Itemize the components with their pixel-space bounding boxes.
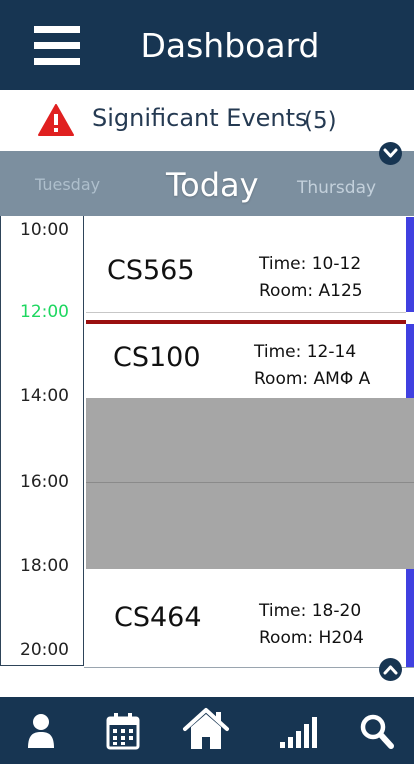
current-time-label: 12:00 — [20, 302, 69, 322]
home-icon[interactable] — [182, 707, 230, 751]
time-label: 16:00 — [20, 472, 69, 492]
search-icon[interactable] — [360, 714, 394, 750]
chevron-up-icon — [383, 665, 398, 675]
event-time: Time: 18-20 — [259, 601, 362, 621]
time-label: 14:00 — [20, 386, 69, 406]
significant-events-label: Significant Events — [92, 104, 308, 132]
blocked-time-block — [86, 398, 414, 569]
time-label: 10:00 — [20, 220, 69, 240]
timeline-bottom-divider — [84, 667, 414, 668]
scroll-up-button[interactable] — [379, 658, 402, 681]
event-time: Time: 10-12 — [259, 254, 362, 274]
event-accent-stripe — [406, 569, 414, 667]
collapse-down-button[interactable] — [379, 142, 402, 165]
profile-icon[interactable] — [27, 713, 55, 749]
previous-day-button[interactable]: Tuesday — [35, 175, 100, 194]
chevron-down-icon — [383, 148, 398, 158]
event-accent-stripe — [406, 217, 414, 312]
event-room: Room: H204 — [259, 628, 364, 648]
current-day-label: Today — [166, 166, 259, 204]
time-label: 20:00 — [20, 640, 69, 660]
next-day-button[interactable]: Thursday — [297, 178, 376, 198]
event-time: Time: 12-14 — [254, 342, 357, 362]
event-accent-stripe — [406, 324, 414, 398]
warning-triangle-icon — [38, 104, 74, 136]
signal-bars-icon[interactable] — [280, 716, 318, 748]
event-room: Room: ΑΜΦ Α — [254, 369, 371, 389]
event-code: CS100 — [113, 342, 201, 373]
calendar-icon[interactable] — [106, 712, 140, 750]
time-column — [0, 216, 84, 666]
event-code: CS565 — [107, 255, 195, 286]
significant-events-count: (5) — [304, 108, 337, 134]
event-room: Room: A125 — [259, 281, 363, 301]
hour-divider — [86, 482, 414, 483]
page-title: Dashboard — [140, 26, 320, 65]
time-label: 18:00 — [20, 556, 69, 576]
event-code: CS464 — [114, 602, 202, 633]
